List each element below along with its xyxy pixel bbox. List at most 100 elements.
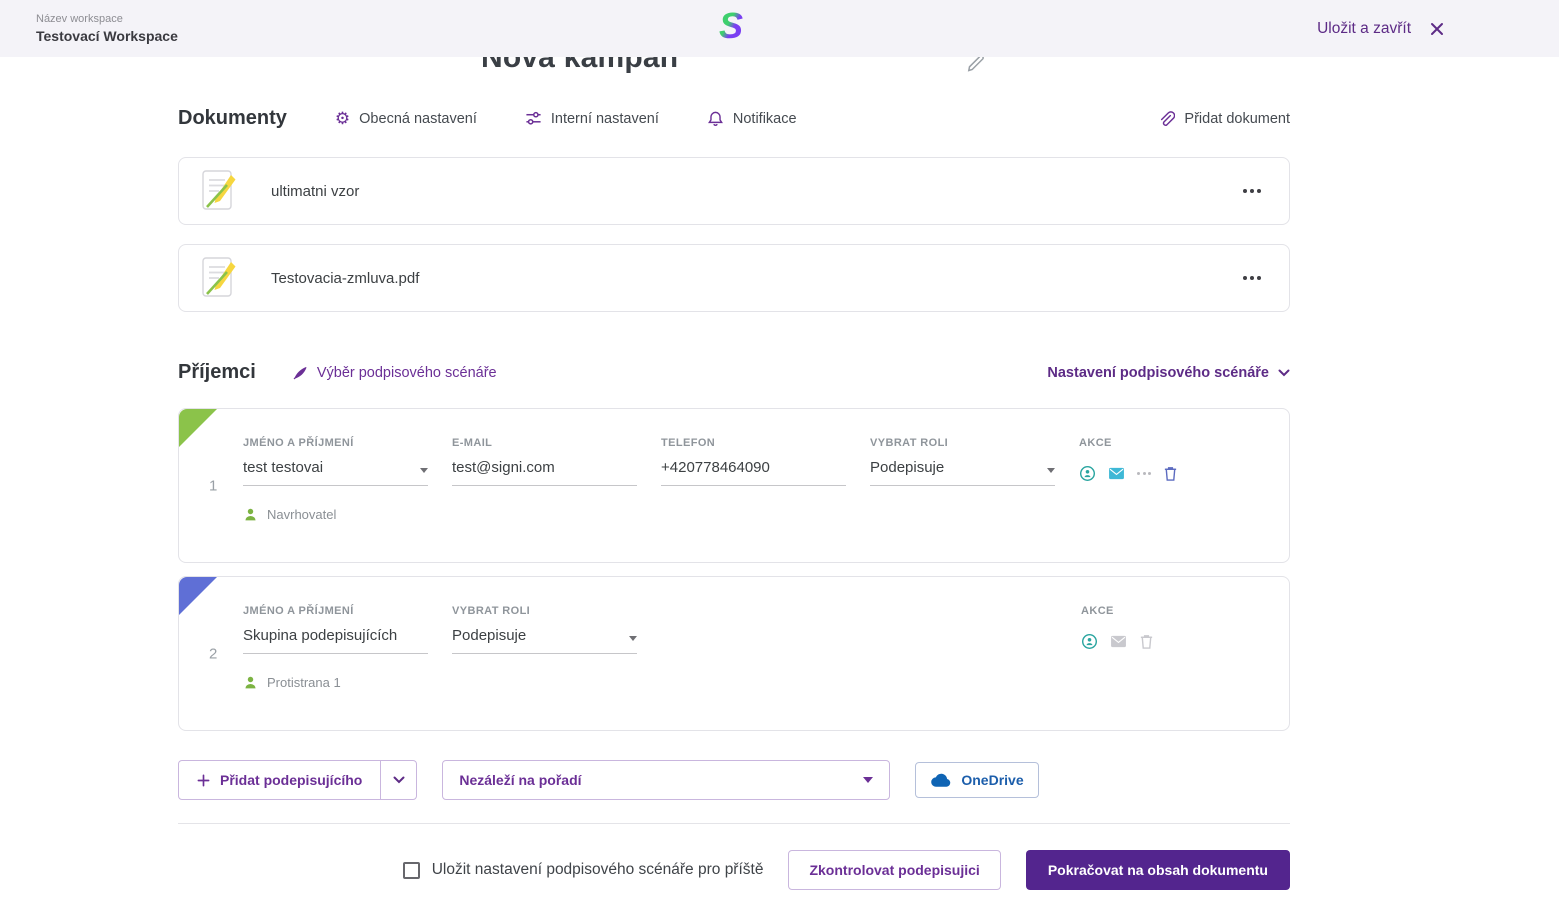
- svg-text:S: S: [719, 6, 743, 46]
- paperclip-icon: [1157, 110, 1176, 128]
- corner-badge: [179, 409, 217, 447]
- more-icon[interactable]: [1137, 472, 1151, 475]
- scenario-picker-link[interactable]: Výběr podpisového scénáře: [292, 365, 497, 381]
- party-tag: Navrhovatel: [243, 507, 1261, 522]
- checkbox-icon[interactable]: [402, 861, 420, 879]
- name-value: Skupina podepisujících: [243, 627, 398, 644]
- document-icon: [201, 169, 237, 213]
- top-bar: Název workspace Testovací Workspace S Ul…: [0, 0, 1559, 57]
- tab-internal-settings[interactable]: Interní nastavení: [525, 110, 659, 127]
- delete-icon[interactable]: [1163, 465, 1178, 482]
- signing-order-value: Nezáleží na pořadí: [459, 772, 582, 788]
- save-scenario-label: Uložit nastavení podpisového scénáře pro…: [431, 861, 764, 878]
- role-field: VYBRAT ROLI Podepisuje: [452, 605, 637, 654]
- continue-button[interactable]: Pokračovat na obsah dokumentu: [1025, 850, 1290, 890]
- save-and-close-button[interactable]: Uložit a zavřít: [1317, 20, 1411, 38]
- save-scenario-checkbox-row[interactable]: Uložit nastavení podpisového scénáře pro…: [402, 861, 764, 879]
- add-signer-label: Přidat podepisujícího: [220, 772, 363, 788]
- add-signer-menu-button[interactable]: [380, 761, 416, 799]
- scenario-picker-label: Výběr podpisového scénáře: [316, 364, 497, 381]
- document-icon: [201, 256, 237, 300]
- field-label: VYBRAT ROLI: [870, 437, 949, 449]
- add-document-label: Přidat dokument: [1184, 110, 1290, 127]
- field-label: E-MAIL: [452, 437, 493, 449]
- field-label: AKCE: [1081, 605, 1114, 617]
- add-document-button[interactable]: Přidat dokument: [1157, 110, 1290, 128]
- more-icon[interactable]: [1241, 183, 1263, 199]
- role-field: VYBRAT ROLI Podepisuje: [870, 437, 1055, 486]
- field-label: JMÉNO A PŘÍJMENÍ: [243, 605, 354, 617]
- recipient-card: 2 JMÉNO A PŘÍJMENÍ Skupina podepisujícíc…: [178, 576, 1290, 731]
- sliders-icon: [525, 110, 542, 127]
- caret-down-icon: [863, 777, 874, 783]
- phone-field: TELEFON +420778464090: [661, 437, 846, 486]
- actions-field: AKCE: [1081, 605, 1154, 654]
- delete-icon-disabled: [1139, 633, 1154, 650]
- tab-general-settings[interactable]: ⚙ Obecná nastavení: [335, 110, 477, 127]
- role-value: Podepisuje: [452, 627, 527, 644]
- bell-icon: [707, 110, 724, 127]
- email-notification-icon[interactable]: [1108, 467, 1125, 480]
- onedrive-button[interactable]: OneDrive: [915, 762, 1039, 798]
- identity-verification-icon[interactable]: [1079, 465, 1096, 482]
- email-input[interactable]: test@signi.com: [452, 459, 637, 486]
- name-value: test testovai: [243, 459, 324, 476]
- main-content: Nová kampaň Dokumenty ⚙ Obecná nastavení…: [178, 0, 1290, 890]
- document-card[interactable]: ultimatni vzor: [178, 157, 1290, 225]
- corner-badge: [179, 577, 217, 615]
- tab-notifications[interactable]: Notifikace: [707, 110, 797, 127]
- gear-icon: ⚙: [334, 109, 351, 128]
- recipient-fields: JMÉNO A PŘÍJMENÍ test testovai E-MAIL te…: [243, 437, 1261, 486]
- cloud-icon: [930, 773, 953, 788]
- scenario-settings-label: Nastavení podpisového scénáře: [1047, 364, 1269, 381]
- documents-heading: Dokumenty: [178, 107, 287, 129]
- email-notification-icon-disabled: [1110, 635, 1127, 648]
- recipient-controls: Přidat podepisujícího Nezáleží na pořadí…: [178, 760, 1290, 800]
- chevron-down-icon: [393, 776, 405, 784]
- field-label: TELEFON: [661, 437, 716, 449]
- name-field: JMÉNO A PŘÍJMENÍ test testovai: [243, 437, 428, 486]
- caret-down-icon: [629, 636, 637, 641]
- caret-down-icon: [420, 468, 428, 473]
- email-value: test@signi.com: [452, 459, 555, 476]
- documents-toolbar: Dokumenty ⚙ Obecná nastavení Interní nas…: [178, 107, 1290, 130]
- field-label: JMÉNO A PŘÍJMENÍ: [243, 437, 354, 449]
- topbar-actions: Uložit a zavřít: [1317, 19, 1447, 39]
- recipient-fields: JMÉNO A PŘÍJMENÍ Skupina podepisujících …: [243, 605, 1261, 654]
- party-label: Protistrana 1: [267, 675, 341, 690]
- name-field: JMÉNO A PŘÍJMENÍ Skupina podepisujících: [243, 605, 428, 654]
- recipient-card: 1 JMÉNO A PŘÍJMENÍ test testovai E-MAIL …: [178, 408, 1290, 563]
- field-label: AKCE: [1079, 437, 1112, 449]
- check-signers-button[interactable]: Zkontrolovat podepisujici: [788, 850, 1001, 890]
- workspace-label: Název workspace: [36, 13, 123, 25]
- close-icon[interactable]: [1427, 19, 1447, 39]
- pen-icon: [292, 365, 308, 381]
- party-label: Navrhovatel: [267, 507, 337, 522]
- party-tag: Protistrana 1: [243, 675, 1261, 690]
- signing-order-select[interactable]: Nezáleží na pořadí: [442, 760, 891, 800]
- name-select[interactable]: test testovai: [243, 459, 428, 486]
- phone-value: +420778464090: [661, 459, 770, 476]
- recipient-number: 1: [209, 477, 218, 494]
- phone-input[interactable]: +420778464090: [661, 459, 846, 486]
- identity-verification-icon[interactable]: [1081, 633, 1098, 650]
- role-select[interactable]: Podepisuje: [452, 627, 637, 654]
- document-card[interactable]: Testovacia-zmluva.pdf: [178, 244, 1290, 312]
- workspace-name: Testovací Workspace: [36, 28, 178, 44]
- name-input[interactable]: Skupina podepisujících: [243, 627, 428, 654]
- onedrive-label: OneDrive: [961, 772, 1024, 788]
- tab-label: Notifikace: [732, 110, 797, 127]
- scenario-settings-toggle[interactable]: Nastavení podpisového scénáře: [1047, 365, 1290, 381]
- document-name: ultimatni vzor: [271, 182, 360, 200]
- role-select[interactable]: Podepisuje: [870, 459, 1055, 486]
- more-icon[interactable]: [1241, 270, 1263, 286]
- add-signer-button[interactable]: Přidat podepisujícího: [179, 761, 380, 799]
- email-field: E-MAIL test@signi.com: [452, 437, 637, 486]
- action-icons: [1081, 633, 1154, 650]
- signi-logo-icon: S: [717, 5, 745, 53]
- workspace-info: Název workspace Testovací Workspace: [36, 13, 178, 44]
- actions-field: AKCE: [1079, 437, 1178, 486]
- role-value: Podepisuje: [870, 459, 945, 476]
- recipients-header: Příjemci Výběr podpisového scénáře Nasta…: [178, 361, 1290, 384]
- action-icons: [1079, 465, 1178, 482]
